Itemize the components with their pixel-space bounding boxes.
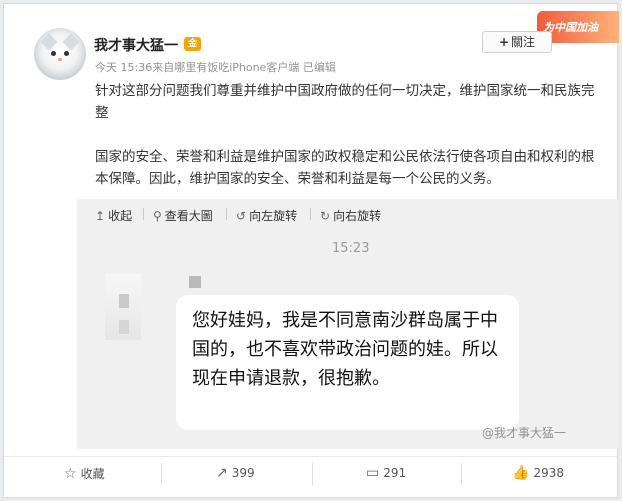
comment-count: 291	[383, 466, 407, 480]
toolbar-divider	[310, 208, 311, 220]
blur-patch	[119, 294, 129, 308]
comment-icon: ▭	[366, 465, 380, 481]
action-divider	[312, 463, 313, 485]
collapse-icon: ↥	[95, 209, 106, 223]
avatar-eye-left	[51, 51, 56, 56]
media-toolbar: ↥ 收起 ⚲ 查看大圖 ↺ 向左旋转 ↻ 向右旋转	[77, 199, 618, 229]
post-action-bar: ☆ 收藏 ↗ 399 ▭ 291 👍 2938	[4, 456, 617, 498]
rotate-right-icon: ↻	[320, 209, 331, 223]
post-meta: 今天 15:36来自哪里有饭吃iPhone客户端 已编辑	[95, 61, 336, 74]
plus-icon: +	[498, 35, 510, 49]
avatar-ear-right	[62, 33, 80, 51]
favorite-button[interactable]: ☆ 收藏	[64, 465, 105, 482]
view-large-button[interactable]: ⚲ 查看大圖	[153, 207, 213, 224]
repost-icon: ↗	[216, 465, 228, 481]
like-button[interactable]: 👍 2938	[512, 465, 564, 481]
search-icon: ⚲	[153, 209, 162, 223]
chat-timestamp: 15:23	[332, 241, 370, 256]
like-count: 2938	[533, 466, 564, 480]
avatar-ear-left	[40, 33, 58, 51]
rotate-right-button[interactable]: ↻ 向右旋转	[320, 207, 381, 224]
collapse-label: 收起	[108, 209, 133, 223]
rotate-left-icon: ↺	[236, 209, 247, 223]
comment-button[interactable]: ▭ 291	[366, 465, 406, 481]
chat-message-bubble: 您好娃妈，我是不同意南沙群岛属于中国的，也不喜欢带政治问题的娃。所以现在申请退款…	[176, 295, 519, 430]
rotate-right-label: 向右旋转	[333, 209, 382, 223]
blur-patch	[119, 320, 129, 334]
post-content: 针对这部分问题我们尊重并维护中国政府做的任何一切决定，维护国家统一和民族完整 国…	[95, 80, 600, 190]
vip-badge-icon[interactable]: 金	[184, 37, 201, 51]
weibo-post-card: 我才事大猛一 金 今天 15:36来自哪里有饭吃iPhone客户端 已编辑 为中…	[3, 3, 619, 498]
star-icon: ☆	[64, 466, 77, 482]
thumbs-up-icon: 👍	[512, 465, 530, 481]
toolbar-divider	[226, 208, 227, 220]
image-watermark: @我才事大猛一	[482, 426, 567, 440]
media-viewer: ↥ 收起 ⚲ 查看大圖 ↺ 向左旋转 ↻ 向右旋转 15:23 您好娃妈，我是不同意南沙…	[77, 199, 618, 449]
action-divider	[161, 463, 162, 485]
blurred-avatar	[105, 274, 141, 340]
repost-count: 399	[231, 466, 255, 480]
avatar-nose	[58, 58, 62, 61]
rotate-left-button[interactable]: ↺ 向左旋转	[236, 207, 297, 224]
rotate-left-label: 向左旋转	[249, 209, 298, 223]
toolbar-divider	[143, 208, 144, 220]
post-paragraph-2: 国家的安全、荣誉和利益是维护国家的政权稳定和公民依法行使各项自由和权利的根本保障…	[95, 149, 595, 187]
view-large-label: 查看大圖	[164, 209, 213, 223]
follow-label: 關注	[511, 35, 536, 49]
avatar[interactable]	[34, 28, 86, 80]
favorite-label: 收藏	[80, 467, 105, 481]
blurred-sender-name	[189, 276, 201, 288]
follow-button[interactable]: + 關注	[482, 31, 552, 53]
repost-button[interactable]: ↗ 399	[216, 465, 255, 481]
collapse-button[interactable]: ↥ 收起	[95, 207, 132, 224]
author-name[interactable]: 我才事大猛一	[94, 35, 178, 55]
avatar-eye-right	[64, 51, 69, 56]
action-divider	[461, 463, 462, 485]
post-paragraph-1: 针对这部分问题我们尊重并维护中国政府做的任何一切决定，维护国家统一和民族完整	[95, 83, 595, 121]
